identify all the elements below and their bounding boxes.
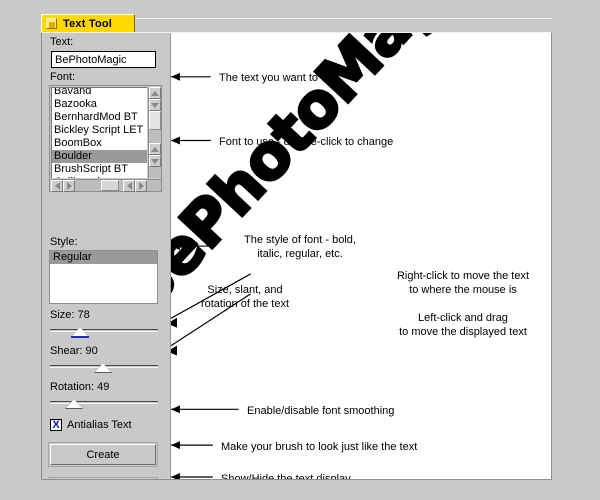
antialias-checkbox[interactable]: X xyxy=(50,419,62,431)
font-list-item[interactable]: Bazooka xyxy=(52,98,147,111)
note-sliders-line2: rotation of the text xyxy=(200,298,290,310)
shear-label: Shear: 90 xyxy=(50,345,98,357)
font-list-item[interactable]: Calligrapher xyxy=(52,176,147,178)
style-list-label: Style: xyxy=(50,236,78,248)
window-tab-bar: Text Tool xyxy=(41,14,552,33)
shear-slider[interactable] xyxy=(50,361,158,375)
triangle-down-icon xyxy=(151,159,159,164)
controls-panel: Text: BePhotoMagic Font: Bavand Bazooka … xyxy=(42,33,171,479)
note-right-click-line1: Right-click to move the text xyxy=(396,270,530,282)
rotation-slider-thumb[interactable] xyxy=(66,399,82,408)
window-tab-icon xyxy=(46,18,57,29)
style-list-item-selected[interactable]: Regular xyxy=(50,251,157,264)
font-list-vertical-scrollbar[interactable] xyxy=(148,87,161,178)
font-list[interactable]: Bavand Bazooka BernhardMod BT Bickley Sc… xyxy=(51,87,147,178)
font-list-item[interactable]: BoomBox xyxy=(52,137,147,150)
note-style-line1: The style of font - bold, xyxy=(244,234,356,246)
text-tool-window: Text Tool Text: BePhotoMagic Font: Bavan… xyxy=(41,14,552,480)
note-text: The text you want to use xyxy=(219,72,339,84)
triangle-right-icon xyxy=(67,182,72,190)
note-right-click-line2: to where the mouse is xyxy=(409,284,517,296)
scroll-thumb-horizontal[interactable] xyxy=(101,180,119,191)
antialias-label: Antialias Text xyxy=(67,419,132,431)
note-left-click-line2: to move the displayed text xyxy=(399,326,527,338)
text-preview-canvas[interactable]: BePhotoMagic The text you want to use Fo… xyxy=(171,33,551,479)
font-list-box: Bavand Bazooka BernhardMod BT Bickley Sc… xyxy=(49,85,162,192)
note-sliders-line1: Size, slant, and xyxy=(207,284,283,296)
font-list-item[interactable]: BrushScript BT xyxy=(52,163,147,176)
shear-slider-thumb[interactable] xyxy=(95,363,111,372)
window-body: Text: BePhotoMagic Font: Bavand Bazooka … xyxy=(41,32,552,480)
triangle-down-icon xyxy=(151,103,159,108)
note-hide: Show/Hide the text display xyxy=(221,473,351,479)
text-input[interactable]: BePhotoMagic xyxy=(51,51,156,68)
checkmark-icon: X xyxy=(52,419,60,431)
size-slider-thumb[interactable] xyxy=(72,327,88,336)
size-slider-underline xyxy=(71,336,89,338)
triangle-left-icon xyxy=(127,182,132,190)
font-list-item[interactable]: Bavand xyxy=(52,88,147,98)
scroll-left-button-2[interactable] xyxy=(123,180,135,192)
font-list-horizontal-scrollbar[interactable] xyxy=(51,179,161,192)
tab-bar-filler xyxy=(135,18,552,33)
triangle-left-icon xyxy=(55,182,60,190)
triangle-right-icon xyxy=(139,182,144,190)
font-list-item-selected[interactable]: Boulder xyxy=(52,150,147,163)
scroll-up-button[interactable] xyxy=(149,87,161,99)
note-left-click-line1: Left-click and drag xyxy=(418,312,508,324)
size-label: Size: 78 xyxy=(50,309,90,321)
create-button[interactable]: Create xyxy=(50,444,156,465)
scroll-down-button-2[interactable] xyxy=(149,155,161,167)
style-list[interactable]: Regular xyxy=(49,250,158,304)
scroll-up-button-2[interactable] xyxy=(149,143,161,155)
rotation-slider[interactable] xyxy=(50,397,158,411)
font-list-label: Font: xyxy=(50,71,76,83)
scroll-right-button[interactable] xyxy=(63,180,75,192)
text-field-label: Text: xyxy=(50,36,74,48)
font-list-item[interactable]: Bickley Script LET xyxy=(52,124,147,137)
note-antialias: Enable/disable font smoothing xyxy=(247,405,395,417)
window-title-tab[interactable]: Text Tool xyxy=(41,14,135,32)
scroll-right-button-2[interactable] xyxy=(135,180,147,192)
note-style-line2: italic, regular, etc. xyxy=(257,248,343,260)
triangle-up-icon xyxy=(151,147,159,152)
hide-text-button[interactable]: Hide Text xyxy=(50,479,156,480)
size-slider-track xyxy=(50,329,158,332)
font-list-item[interactable]: BernhardMod BT xyxy=(52,111,147,124)
scroll-down-button[interactable] xyxy=(149,99,161,111)
scroll-thumb[interactable] xyxy=(149,111,161,130)
window-title: Text Tool xyxy=(63,17,113,30)
rotation-label: Rotation: 49 xyxy=(50,381,110,393)
size-slider[interactable] xyxy=(50,325,158,339)
triangle-up-icon xyxy=(151,91,159,96)
note-create: Make your brush to look just like the te… xyxy=(221,441,418,453)
antialias-checkbox-row[interactable]: X Antialias Text xyxy=(50,419,132,431)
scroll-left-button[interactable] xyxy=(51,180,63,192)
note-font: Font to use - double-click to change xyxy=(219,136,394,148)
